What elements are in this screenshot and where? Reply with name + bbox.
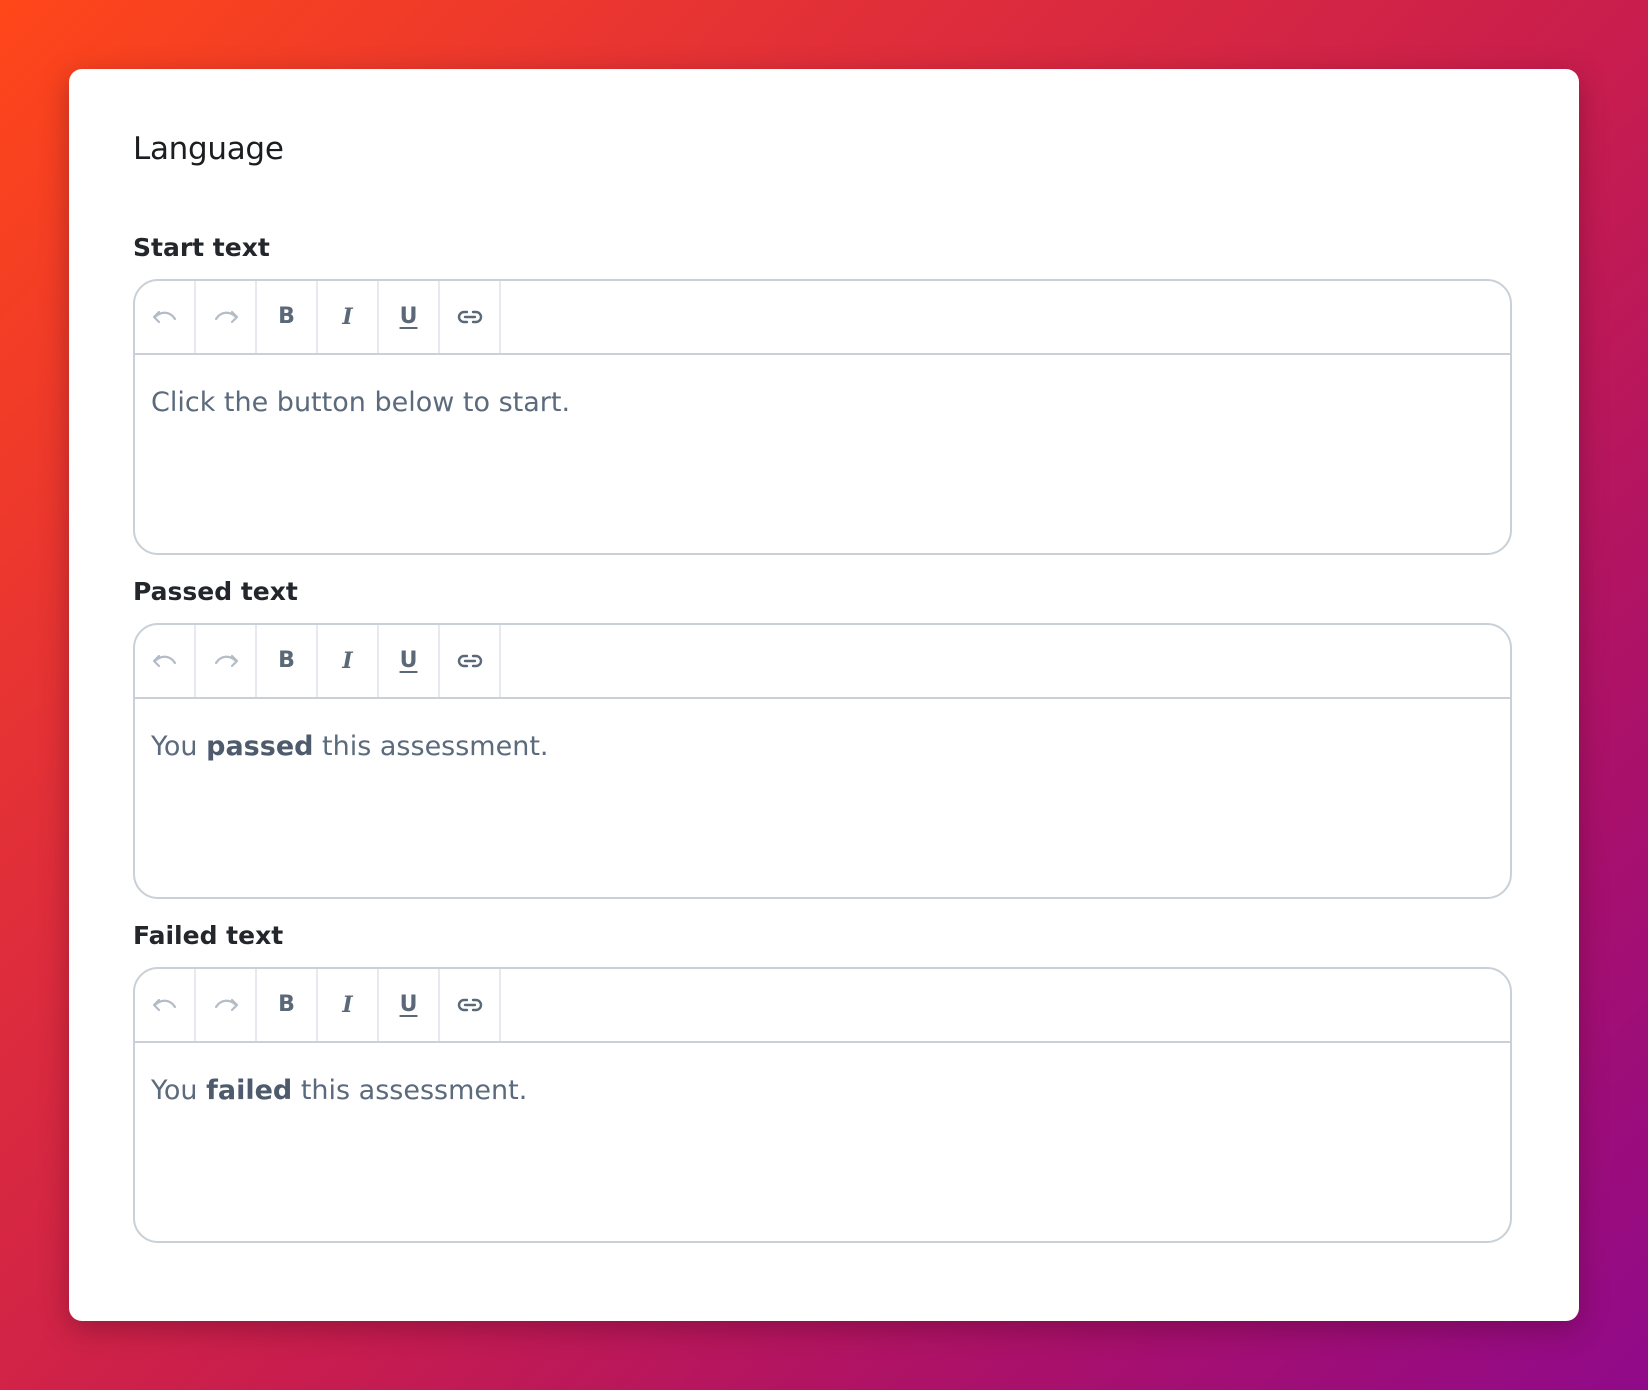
link-icon xyxy=(457,654,482,668)
redo-button[interactable] xyxy=(196,281,257,353)
bold-button[interactable]: B xyxy=(257,625,318,697)
link-button[interactable] xyxy=(440,625,501,697)
editor-toolbar: B I U xyxy=(135,969,1510,1043)
content-text: You xyxy=(151,1075,207,1106)
link-button[interactable] xyxy=(440,969,501,1041)
underline-icon: U xyxy=(399,304,418,329)
underline-button[interactable]: U xyxy=(379,625,440,697)
italic-button[interactable]: I xyxy=(318,969,379,1041)
undo-icon xyxy=(152,654,176,668)
underline-button[interactable]: U xyxy=(379,969,440,1041)
italic-icon: I xyxy=(342,992,353,1018)
content-text: this assessment. xyxy=(292,1075,528,1106)
bold-button[interactable]: B xyxy=(257,969,318,1041)
redo-icon xyxy=(214,654,238,668)
underline-icon: U xyxy=(399,992,418,1017)
content-bold-text: passed xyxy=(206,731,314,762)
editor-toolbar: B I U xyxy=(135,281,1510,355)
start-text-editor: B I U Click the button below to start. xyxy=(133,279,1512,555)
content-text: Click the button below to start. xyxy=(151,387,571,418)
failed-text-editor: B I U You failed this assessment. xyxy=(133,967,1512,1243)
underline-icon: U xyxy=(399,648,418,673)
language-settings-card: Language Start text B I U Click the butt… xyxy=(69,69,1579,1321)
passed-text-content[interactable]: You passed this assessment. xyxy=(135,699,1510,794)
bold-icon: B xyxy=(278,304,295,329)
link-icon xyxy=(457,998,482,1012)
italic-icon: I xyxy=(342,304,353,330)
link-button[interactable] xyxy=(440,281,501,353)
content-bold-text: failed xyxy=(206,1075,293,1106)
italic-button[interactable]: I xyxy=(318,625,379,697)
bold-icon: B xyxy=(278,648,295,673)
redo-button[interactable] xyxy=(196,625,257,697)
content-text: You xyxy=(151,731,207,762)
link-icon xyxy=(457,310,482,324)
bold-button[interactable]: B xyxy=(257,281,318,353)
redo-icon xyxy=(214,310,238,324)
bold-icon: B xyxy=(278,992,295,1017)
redo-icon xyxy=(214,998,238,1012)
undo-button[interactable] xyxy=(135,625,196,697)
passed-text-editor: B I U You passed this assessment. xyxy=(133,623,1512,899)
start-text-content[interactable]: Click the button below to start. xyxy=(135,355,1510,450)
italic-button[interactable]: I xyxy=(318,281,379,353)
start-text-label: Start text xyxy=(133,233,270,262)
editor-toolbar: B I U xyxy=(135,625,1510,699)
card-title: Language xyxy=(133,131,284,167)
failed-text-content[interactable]: You failed this assessment. xyxy=(135,1043,1510,1138)
underline-button[interactable]: U xyxy=(379,281,440,353)
undo-button[interactable] xyxy=(135,281,196,353)
undo-icon xyxy=(152,998,176,1012)
failed-text-label: Failed text xyxy=(133,921,284,950)
undo-icon xyxy=(152,310,176,324)
redo-button[interactable] xyxy=(196,969,257,1041)
undo-button[interactable] xyxy=(135,969,196,1041)
passed-text-label: Passed text xyxy=(133,577,298,606)
content-text: this assessment. xyxy=(313,731,549,762)
italic-icon: I xyxy=(342,648,353,674)
